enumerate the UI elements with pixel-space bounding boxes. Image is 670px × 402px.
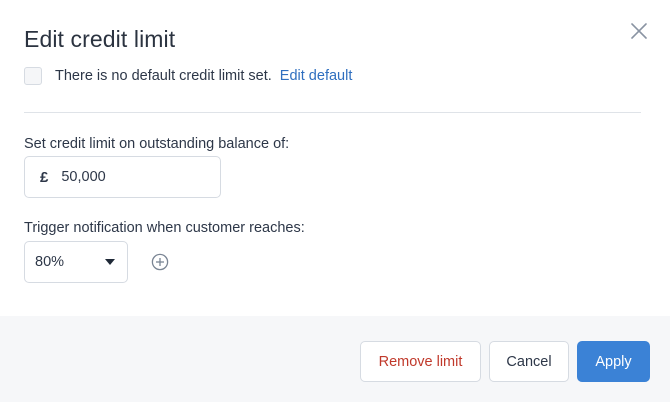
caret-down-icon — [105, 259, 115, 265]
notification-label: Trigger notification when customer reach… — [24, 220, 305, 236]
credit-limit-label: Set credit limit on outstanding balance … — [24, 136, 290, 152]
remove-limit-button[interactable]: Remove limit — [360, 341, 481, 382]
cancel-button[interactable]: Cancel — [489, 341, 569, 382]
currency-symbol: £ — [40, 168, 49, 186]
edit-default-link[interactable]: Edit default — [280, 68, 353, 84]
divider — [24, 112, 641, 113]
notification-threshold-select[interactable]: 80% — [24, 241, 128, 283]
apply-button[interactable]: Apply — [577, 341, 650, 382]
dialog-footer — [0, 316, 670, 402]
default-limit-label: There is no default credit limit set. — [55, 68, 272, 84]
close-icon[interactable] — [628, 20, 650, 42]
credit-limit-value: 50,000 — [61, 169, 106, 185]
credit-limit-input[interactable]: £ 50,000 — [24, 156, 221, 198]
default-limit-row: There is no default credit limit set. Ed… — [24, 65, 352, 87]
edit-credit-limit-dialog: Edit credit limit There is no default cr… — [0, 0, 670, 402]
notification-threshold-value: 80% — [35, 254, 65, 270]
dialog-title: Edit credit limit — [24, 26, 176, 52]
plus-circle-icon[interactable] — [151, 253, 169, 271]
default-limit-checkbox[interactable] — [24, 67, 42, 85]
